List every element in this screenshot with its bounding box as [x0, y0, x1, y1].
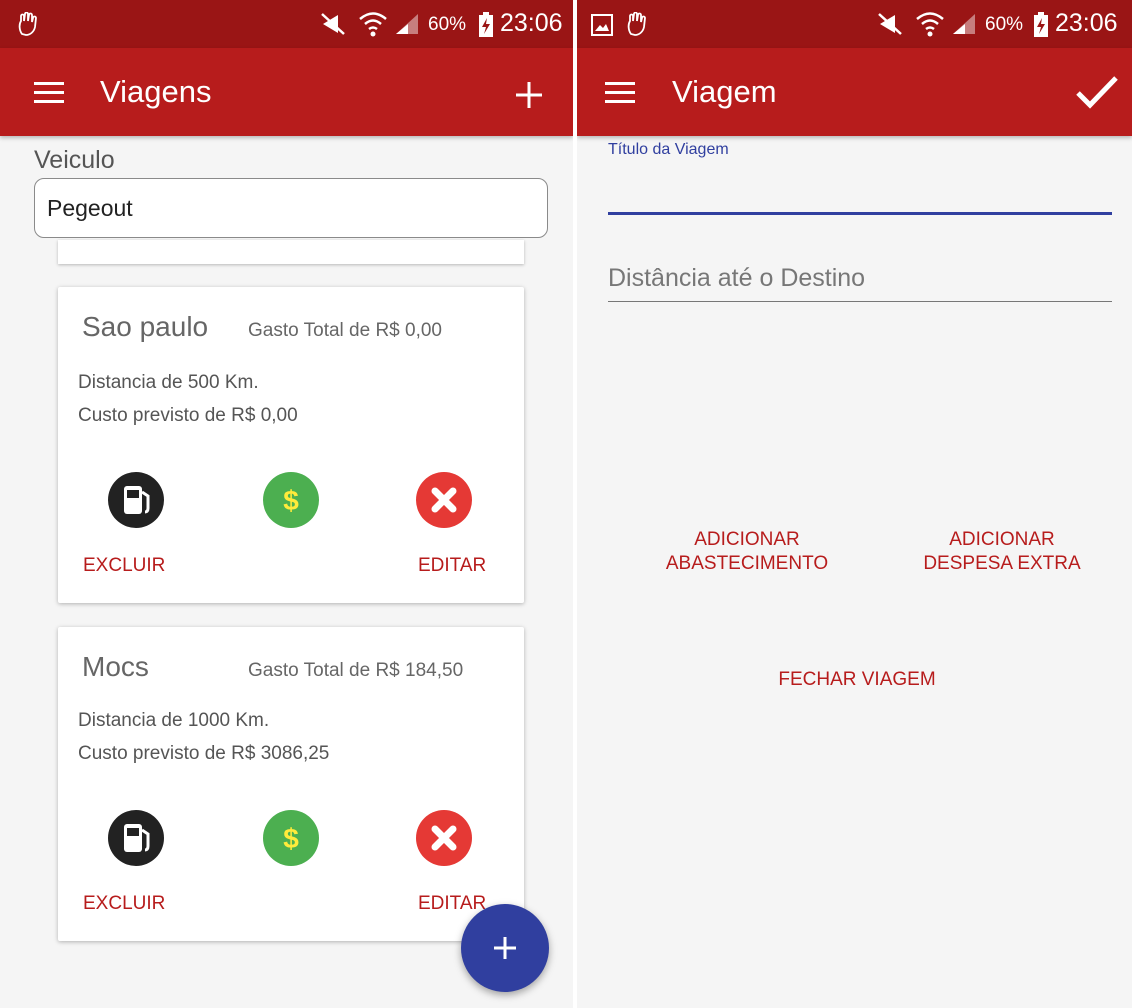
- page-title: Viagem: [672, 74, 777, 109]
- signal-icon: [396, 14, 418, 34]
- trips-list-screen: 60% 23:06 Viagens Veiculo Pegeout Sao pa…: [0, 0, 573, 1008]
- excluir-button[interactable]: EXCLUIR: [83, 893, 165, 915]
- trip-name: Mocs: [82, 651, 149, 682]
- svg-text:$: $: [283, 823, 299, 854]
- add-fueling-label-line1: ADICIONAR: [694, 529, 800, 550]
- add-expense-label-line2: DESPESA EXTRA: [923, 553, 1081, 574]
- fuel-pump-icon[interactable]: [108, 810, 164, 866]
- clock: 23:06: [1055, 9, 1118, 37]
- plus-icon: [494, 937, 516, 959]
- delete-icon[interactable]: [416, 810, 472, 866]
- add-fueling-label-line2: ABASTECIMENTO: [665, 553, 829, 574]
- excluir-button[interactable]: EXCLUIR: [83, 555, 165, 577]
- trip-title-label: Título da Viagem: [608, 141, 729, 158]
- battery-charging-icon: [1034, 12, 1048, 37]
- trip-card: Sao paulo Gasto Total de R$ 0,00 Distanc…: [58, 287, 524, 603]
- trip-total-spent: Gasto Total de R$ 0,00: [248, 320, 442, 341]
- add-trip-fab[interactable]: [461, 904, 549, 992]
- app-bar: Viagens: [0, 48, 573, 136]
- add-fueling-button[interactable]: ADICIONAR ABASTECIMENTO: [652, 528, 842, 576]
- check-icon[interactable]: [1075, 74, 1119, 110]
- mute-icon: [878, 13, 902, 35]
- status-bar: 60% 23:06: [0, 0, 573, 48]
- delete-icon[interactable]: [416, 472, 472, 528]
- signal-icon: [953, 14, 975, 34]
- hand-icon: [18, 12, 37, 36]
- menu-icon[interactable]: [34, 82, 64, 104]
- trip-title-input[interactable]: [608, 212, 1112, 215]
- status-bar: 60% 23:06: [577, 0, 1132, 48]
- page-title: Viagens: [100, 74, 212, 109]
- trip-total-spent: Gasto Total de R$ 184,50: [248, 660, 464, 681]
- trip-distance: Distancia de 500 Km.: [78, 372, 259, 393]
- distance-input-underline: [608, 301, 1112, 302]
- trip-card: Mocs Gasto Total de R$ 184,50 Distancia …: [58, 627, 524, 941]
- image-icon: [591, 14, 613, 36]
- mute-icon: [321, 13, 345, 35]
- editar-button[interactable]: EDITAR: [418, 555, 486, 577]
- battery-percent: 60%: [985, 14, 1024, 35]
- hand-icon: [627, 12, 646, 36]
- fuel-pump-icon[interactable]: [108, 472, 164, 528]
- trip-name: Sao paulo: [82, 311, 209, 342]
- wifi-icon: [359, 12, 387, 37]
- money-icon[interactable]: $: [263, 810, 319, 866]
- add-extra-expense-button[interactable]: ADICIONAR DESPESA EXTRA: [907, 528, 1097, 576]
- battery-percent: 60%: [428, 14, 467, 35]
- svg-text:$: $: [283, 485, 299, 516]
- trip-estimated-cost: Custo previsto de R$ 3086,25: [78, 743, 330, 764]
- distance-input[interactable]: Distância até o Destino: [608, 264, 865, 293]
- clock: 23:06: [500, 9, 563, 37]
- menu-icon[interactable]: [605, 82, 635, 104]
- money-icon[interactable]: $: [263, 472, 319, 528]
- add-icon[interactable]: [516, 82, 542, 108]
- trip-distance: Distancia de 1000 Km.: [78, 710, 270, 731]
- wifi-icon: [916, 12, 944, 37]
- close-trip-button[interactable]: FECHAR VIAGEM: [747, 668, 967, 692]
- trip-edit-screen: 60% 23:06 Viagem Título da Viagem Distân…: [577, 0, 1132, 1008]
- add-expense-label-line1: ADICIONAR: [949, 529, 1055, 550]
- battery-charging-icon: [479, 12, 493, 37]
- app-bar: Viagem: [577, 48, 1132, 136]
- vehicle-select[interactable]: Pegeout: [34, 178, 548, 238]
- trip-estimated-cost: Custo previsto de R$ 0,00: [78, 405, 298, 426]
- vehicle-label: Veiculo: [34, 146, 115, 174]
- previous-card-edge: [58, 240, 524, 264]
